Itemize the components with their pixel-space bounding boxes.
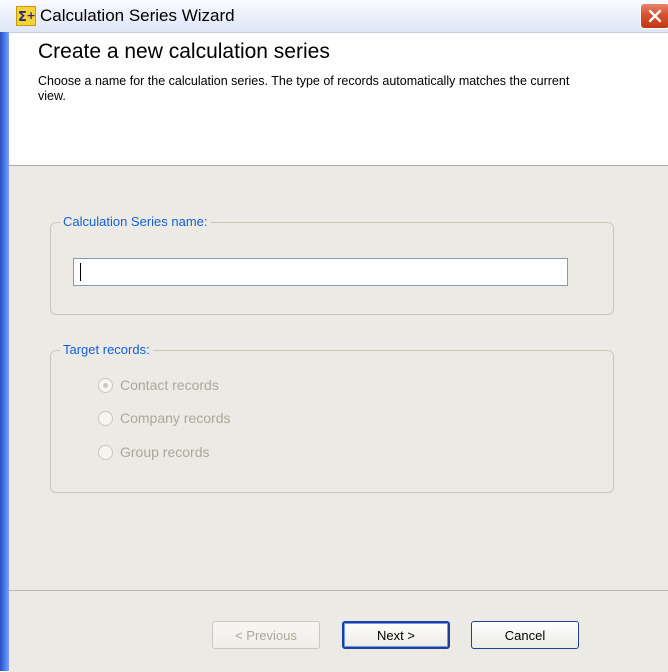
name-group-legend: Calculation Series name: bbox=[60, 214, 211, 229]
svg-text:+: + bbox=[27, 9, 36, 22]
radio-company-records[interactable] bbox=[98, 411, 113, 426]
radio-group-records[interactable] bbox=[98, 445, 113, 460]
window-frame-left bbox=[0, 32, 9, 671]
title-bar[interactable]: Σ + Calculation Series Wizard bbox=[0, 0, 668, 33]
next-button[interactable]: Next > bbox=[342, 621, 450, 649]
radio-label-company: Company records bbox=[120, 410, 231, 426]
radio-label-contact: Contact records bbox=[120, 377, 219, 393]
close-icon bbox=[648, 9, 662, 23]
target-group-legend: Target records: bbox=[60, 342, 153, 357]
cancel-button[interactable]: Cancel bbox=[471, 621, 579, 649]
radio-label-group: Group records bbox=[120, 444, 210, 460]
series-name-input[interactable] bbox=[73, 258, 568, 286]
wizard-window: Σ + Calculation Series Wizard Create a n… bbox=[0, 0, 668, 672]
page-description: Choose a name for the calculation series… bbox=[38, 74, 570, 103]
window-title: Calculation Series Wizard bbox=[40, 6, 235, 25]
sigma-plus-icon: Σ + bbox=[16, 6, 36, 26]
radio-contact-records[interactable] bbox=[98, 378, 113, 393]
page-title: Create a new calculation series bbox=[38, 40, 330, 63]
text-caret bbox=[80, 263, 81, 281]
previous-button[interactable]: < Previous bbox=[212, 621, 320, 649]
close-button[interactable] bbox=[640, 3, 668, 29]
